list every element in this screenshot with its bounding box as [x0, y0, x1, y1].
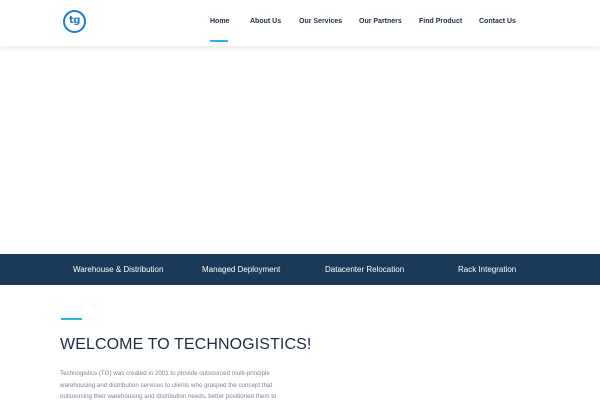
- nav-home[interactable]: Home: [210, 18, 229, 25]
- nav-about-us[interactable]: About Us: [250, 18, 281, 25]
- active-nav-indicator: [210, 40, 228, 42]
- section-accent-line: [61, 318, 82, 320]
- welcome-body: Technogistics (TG) was created in 2001 t…: [60, 370, 277, 400]
- welcome-title: WELCOME TO TECHNOGISTICS!: [60, 336, 312, 353]
- site-header: tg Home About Us Our Services Our Partne…: [0, 0, 600, 46]
- nav-our-services[interactable]: Our Services: [299, 18, 342, 25]
- service-managed-deployment[interactable]: Managed Deployment: [202, 265, 280, 274]
- service-rack-integration[interactable]: Rack Integration: [458, 265, 516, 274]
- nav-find-product[interactable]: Find Product: [419, 18, 462, 25]
- hero-banner: [0, 46, 600, 254]
- services-bar: Warehouse & Distribution Managed Deploym…: [0, 254, 600, 285]
- main-nav: Home About Us Our Services Our Partners …: [0, 0, 600, 46]
- nav-our-partners[interactable]: Our Partners: [359, 18, 402, 25]
- nav-contact-us[interactable]: Contact Us: [479, 18, 516, 25]
- service-warehouse-distribution[interactable]: Warehouse & Distribution: [73, 265, 163, 274]
- service-datacenter-relocation[interactable]: Datacenter Relocation: [325, 265, 404, 274]
